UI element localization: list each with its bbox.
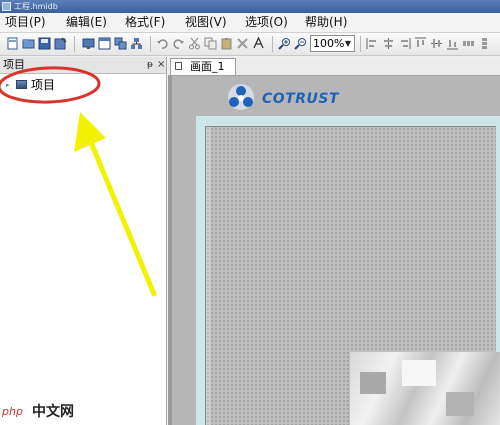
zoom-in-icon[interactable] xyxy=(278,37,291,50)
zoom-value: 100% xyxy=(313,37,345,50)
align-center-icon[interactable] xyxy=(382,37,395,50)
zoom-select[interactable]: 100% ▼ xyxy=(310,35,355,52)
open-icon[interactable] xyxy=(22,37,35,50)
chevron-down-icon[interactable]: ▼ xyxy=(343,37,353,50)
tab-screen-1[interactable]: 画面_1 xyxy=(170,58,236,75)
watermark-text: 中文网 xyxy=(32,404,74,420)
align-bottom-icon[interactable] xyxy=(446,37,459,50)
menu-format[interactable]: 格式(F) xyxy=(125,13,165,32)
menu-options[interactable]: 选项(O) xyxy=(245,13,288,32)
tab-label: 画面_1 xyxy=(190,60,225,73)
app-icon xyxy=(2,2,11,11)
redo-icon[interactable] xyxy=(172,37,185,50)
align-top-icon[interactable] xyxy=(414,37,427,50)
align-middle-icon[interactable] xyxy=(430,37,443,50)
menu-edit[interactable]: 编辑(E) xyxy=(66,13,107,32)
zoom-out-icon[interactable] xyxy=(294,37,307,50)
annotation-ellipse xyxy=(0,66,101,104)
menu-view[interactable]: 视图(V) xyxy=(185,13,227,32)
menu-help[interactable]: 帮助(H) xyxy=(305,13,347,32)
annotation-arrow xyxy=(74,112,157,297)
cotrust-logo: COTRUST xyxy=(224,82,339,112)
copy-icon[interactable] xyxy=(204,37,217,50)
document-tabs: 画面_1 xyxy=(168,57,500,76)
save-as-icon[interactable] xyxy=(54,37,67,50)
watermark-logo: php xyxy=(2,405,23,418)
title-bar: 工程.hmidb xyxy=(0,0,500,13)
text-icon[interactable] xyxy=(252,37,265,50)
logo-text: COTRUST xyxy=(262,91,340,107)
distribute-h-icon[interactable] xyxy=(462,37,475,50)
undo-icon[interactable] xyxy=(156,37,169,50)
blurred-overlay-image xyxy=(350,352,500,425)
delete-icon[interactable] xyxy=(236,37,249,50)
new-icon[interactable] xyxy=(6,37,19,50)
menu-bar: 项目(P) 编辑(E) 格式(F) 视图(V) 选项(O) 帮助(H) xyxy=(0,13,500,33)
align-right-icon[interactable] xyxy=(398,37,411,50)
close-icon[interactable]: × xyxy=(157,58,165,72)
network-icon[interactable] xyxy=(130,37,143,50)
pin-icon[interactable]: ᵽ xyxy=(147,58,153,72)
distribute-v-icon[interactable] xyxy=(478,37,491,50)
paste-icon[interactable] xyxy=(220,37,233,50)
window-title: 工程.hmidb xyxy=(14,2,58,11)
window-icon[interactable] xyxy=(98,37,111,50)
copy-screen-icon[interactable] xyxy=(114,37,127,50)
cotrust-logo-icon xyxy=(228,84,254,110)
menu-project[interactable]: 项目(P) xyxy=(5,13,46,32)
cut-icon[interactable] xyxy=(188,37,201,50)
toolbar xyxy=(0,33,500,56)
align-left-icon[interactable] xyxy=(366,37,379,50)
screen-icon[interactable] xyxy=(82,37,95,50)
save-icon[interactable] xyxy=(38,37,51,50)
screen-tab-icon xyxy=(175,62,182,70)
